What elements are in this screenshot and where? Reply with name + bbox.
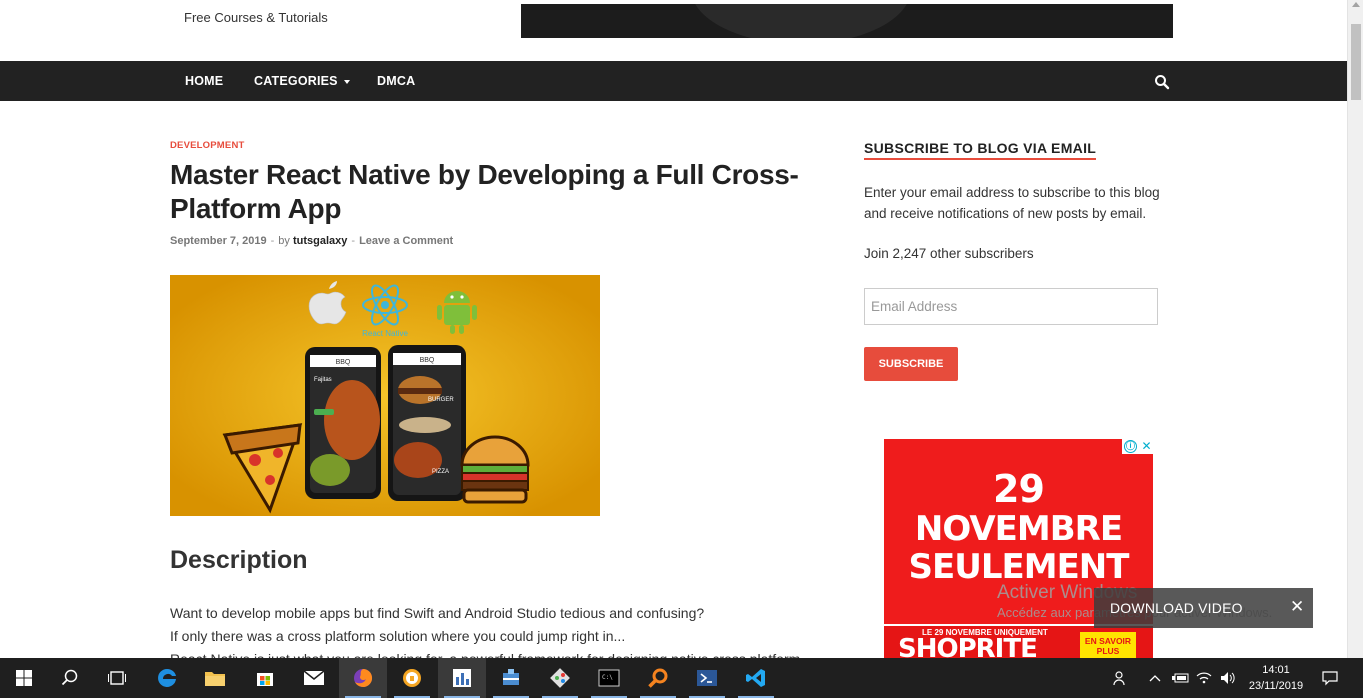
system-clock[interactable]: 14:01 23/11/2019 bbox=[1244, 662, 1308, 694]
info-icon[interactable]: ⓘ bbox=[1124, 440, 1137, 453]
close-icon[interactable]: ✕ bbox=[1290, 597, 1304, 617]
post-by: by bbox=[278, 235, 290, 247]
store-icon[interactable] bbox=[241, 658, 289, 698]
ad-learn-more-button[interactable]: EN SAVOIR PLUS bbox=[1080, 632, 1136, 658]
battery-icon[interactable] bbox=[1170, 658, 1190, 698]
nav-categories-label: CATEGORIES bbox=[254, 74, 338, 88]
body-line: Want to develop mobile apps but find Swi… bbox=[170, 605, 705, 621]
svg-text:Fajitas: Fajitas bbox=[314, 377, 332, 383]
wifi-icon[interactable] bbox=[1194, 658, 1214, 698]
terminal-icon[interactable]: C:\ bbox=[585, 658, 633, 698]
scrollbar-thumb[interactable] bbox=[1351, 24, 1361, 100]
post-category-link[interactable]: DEVELOPMENT bbox=[170, 140, 245, 151]
ad-line-2: NOVEMBRE bbox=[914, 509, 1123, 549]
post-title[interactable]: Master React Native by Developing a Full… bbox=[170, 158, 810, 226]
office-app-icon[interactable] bbox=[438, 658, 486, 698]
post-author[interactable]: tutsgalaxy bbox=[293, 235, 347, 247]
search-icon[interactable] bbox=[1154, 74, 1170, 90]
phone-left-illustration: BBQ Fajitas bbox=[305, 347, 381, 499]
ad-brand: SHOPRITE bbox=[898, 634, 1038, 658]
git-icon[interactable] bbox=[536, 658, 584, 698]
header-banner-image[interactable] bbox=[521, 4, 1173, 38]
download-video-button[interactable]: DOWNLOAD VIDEO bbox=[1110, 600, 1243, 616]
powershell-icon[interactable] bbox=[683, 658, 731, 698]
scroll-up-icon[interactable] bbox=[1352, 2, 1360, 7]
burger-illustration bbox=[460, 435, 530, 504]
featured-image: React Native BBQ Fajitas BBQ BURGER PIZZ… bbox=[170, 275, 600, 516]
nav-categories[interactable]: CATEGORIES bbox=[254, 61, 350, 101]
post-meta: September 7, 2019- by tutsgalaxy - Leave a … bbox=[170, 235, 454, 247]
post-body: Want to develop mobile apps but find Swi… bbox=[170, 602, 820, 658]
volume-icon[interactable] bbox=[1218, 658, 1238, 698]
ad-line-1: 29 bbox=[993, 467, 1045, 511]
ad-strip: LE 29 NOVEMBRE UNIQUEMENT SHOPRITE EN SA… bbox=[884, 624, 1153, 658]
react-native-label: React Native bbox=[362, 329, 408, 338]
chevron-up-icon[interactable] bbox=[1146, 658, 1164, 698]
vpn-icon[interactable] bbox=[388, 658, 436, 698]
file-explorer-icon[interactable] bbox=[191, 658, 239, 698]
search-icon[interactable] bbox=[46, 658, 94, 698]
edge-icon[interactable] bbox=[143, 658, 191, 698]
body-line: If only there was a cross platform solut… bbox=[170, 628, 626, 644]
task-view-icon[interactable] bbox=[93, 658, 141, 698]
clock-date: 23/11/2019 bbox=[1248, 680, 1304, 692]
vscode-icon[interactable] bbox=[732, 658, 780, 698]
browser-page: Free Courses & Tutorials HOME CATEGORIES… bbox=[0, 0, 1347, 658]
subscribe-button[interactable]: SUBSCRIBE bbox=[864, 347, 958, 381]
firefox-icon[interactable] bbox=[339, 658, 387, 698]
start-icon[interactable] bbox=[0, 658, 48, 698]
clock-time: 14:01 bbox=[1262, 664, 1290, 676]
site-tagline: Free Courses & Tutorials bbox=[184, 10, 328, 25]
body-line: React Native is just what you are lookin… bbox=[170, 648, 820, 658]
svg-text:PIZZA: PIZZA bbox=[432, 469, 449, 475]
ad-close-icon[interactable]: ✕ bbox=[1140, 439, 1153, 454]
svg-text:BURGER: BURGER bbox=[428, 397, 454, 403]
nav-dmca[interactable]: DMCA bbox=[377, 61, 415, 101]
chevron-down-icon bbox=[343, 79, 350, 84]
main-navigation: HOME CATEGORIES DMCA bbox=[0, 61, 1347, 101]
people-icon[interactable] bbox=[1110, 658, 1130, 698]
subscriber-count: Join 2,247 other subscribers bbox=[864, 246, 1034, 261]
svg-text:BBQ: BBQ bbox=[336, 359, 351, 366]
notification-icon[interactable] bbox=[1320, 658, 1340, 698]
subscribe-widget-text: Enter your email address to subscribe to… bbox=[864, 185, 1160, 221]
magnifier-app-icon[interactable] bbox=[634, 658, 682, 698]
subscribe-widget-title: SUBSCRIBE TO BLOG VIA EMAIL bbox=[864, 140, 1097, 160]
description-heading: Description bbox=[170, 546, 308, 574]
leave-comment-link[interactable]: Leave a Comment bbox=[359, 235, 453, 247]
svg-text:BBQ: BBQ bbox=[420, 357, 435, 364]
windows-taskbar: C:\ 14:01 23/11/2019 bbox=[0, 658, 1363, 698]
ad-controls: ⓘ ✕ bbox=[1122, 439, 1153, 454]
network-app-icon[interactable] bbox=[487, 658, 535, 698]
phone-right-illustration: BBQ BURGER PIZZA bbox=[388, 345, 466, 501]
email-field[interactable] bbox=[864, 288, 1158, 325]
post-date[interactable]: September 7, 2019 bbox=[170, 235, 267, 247]
ad-line-3: SEULEMENT bbox=[908, 547, 1130, 587]
svg-text:C:\: C:\ bbox=[602, 674, 613, 681]
vertical-scrollbar[interactable] bbox=[1347, 0, 1363, 658]
mail-icon[interactable] bbox=[290, 658, 338, 698]
download-video-bar[interactable]: DOWNLOAD VIDEO ✕ bbox=[1094, 588, 1313, 628]
nav-home[interactable]: HOME bbox=[185, 61, 223, 101]
